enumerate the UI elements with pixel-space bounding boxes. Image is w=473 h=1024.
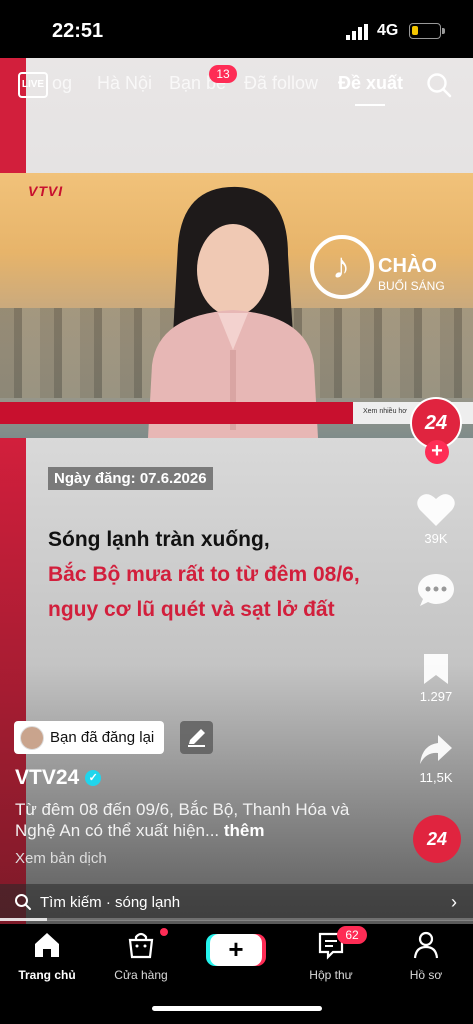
see-more-link[interactable]: thêm [224, 821, 265, 840]
tab-partial[interactable]: og [52, 73, 72, 94]
video-progress[interactable] [0, 918, 473, 921]
tab-following[interactable]: Đã follow [244, 73, 318, 94]
comment-button[interactable] [408, 572, 464, 611]
like-button[interactable]: 39K [408, 492, 464, 546]
edit-repost-button[interactable] [180, 721, 213, 754]
search-icon [15, 894, 31, 910]
follow-button[interactable]: + [425, 440, 449, 464]
repost-badge[interactable]: Bạn đã đăng lại [14, 721, 165, 754]
channel-logo: VTVI [28, 183, 64, 199]
save-button[interactable]: 1.297 [408, 652, 464, 704]
tab-hanoi[interactable]: Hà Nội [97, 73, 152, 94]
bookmark-icon [424, 654, 448, 684]
signal-icon [346, 24, 368, 40]
news-anchor-image [148, 186, 318, 438]
sound-disc[interactable]: 24 [413, 815, 461, 863]
share-count: 11,5K [419, 770, 453, 785]
search-icon[interactable] [426, 72, 452, 98]
nav-shop[interactable]: Cửa hàng [96, 930, 186, 982]
home-indicator [152, 1006, 322, 1011]
status-bar: 22:51 4G [0, 0, 473, 58]
verified-icon: ✓ [85, 770, 102, 786]
top-tabs: LIVE og Hà Nội Bạn bè 13 Đã follow Đề xu… [0, 62, 473, 106]
video-headline: Sóng lạnh tràn xuống, Bắc Bộ mưa rất to … [48, 528, 360, 621]
clock: 22:51 [52, 20, 104, 42]
video-player[interactable]: VTVI ♪ CHÀO BUỔI SÁNG Xem nhiều hơ [0, 58, 473, 924]
news-frame: VTVI ♪ CHÀO BUỔI SÁNG Xem nhiều hơ [0, 173, 473, 438]
active-tab-indicator [355, 104, 385, 106]
tab-for-you[interactable]: Đề xuất [338, 73, 403, 94]
date-tag: Ngày đăng: 07.6.2026 [48, 467, 213, 490]
user-avatar [20, 725, 44, 750]
home-icon [35, 933, 59, 957]
live-button[interactable]: LIVE [18, 72, 48, 98]
repost-label: Bạn đã đăng lại [50, 729, 155, 746]
author-name[interactable]: VTV24 ✓ [15, 766, 102, 790]
create-button[interactable]: + [210, 934, 262, 966]
shop-notification-dot [160, 928, 168, 936]
like-count: 39K [424, 531, 448, 546]
chevron-right-icon: › [451, 892, 457, 912]
comment-icon [418, 574, 454, 606]
battery-icon [409, 23, 445, 39]
show-logo: ♪ CHÀO BUỔI SÁNG [310, 235, 460, 305]
profile-icon [413, 931, 439, 959]
share-button[interactable]: 11,5K [408, 733, 464, 785]
music-note-icon: ♪ [332, 245, 350, 286]
pencil-icon [188, 729, 205, 747]
related-search-text: Tìm kiếm · sóng lạnh [40, 893, 181, 911]
friends-badge: 13 [209, 65, 237, 83]
nav-profile[interactable]: Hồ sơ [381, 930, 471, 982]
inbox-badge: 62 [337, 926, 367, 944]
network-type: 4G [377, 22, 399, 39]
related-search-bar[interactable]: Tìm kiếm · sóng lạnh › [0, 884, 473, 920]
nav-home[interactable]: Trang chủ [2, 930, 92, 982]
translate-link[interactable]: Xem bản dịch [15, 850, 107, 867]
post-description[interactable]: Từ đêm 08 đến 09/6, Bắc Bộ, Thanh Hóa và… [15, 799, 375, 841]
share-icon [420, 735, 452, 764]
save-count: 1.297 [419, 689, 453, 704]
heart-icon [417, 494, 455, 526]
shopping-bag-icon [128, 932, 154, 959]
